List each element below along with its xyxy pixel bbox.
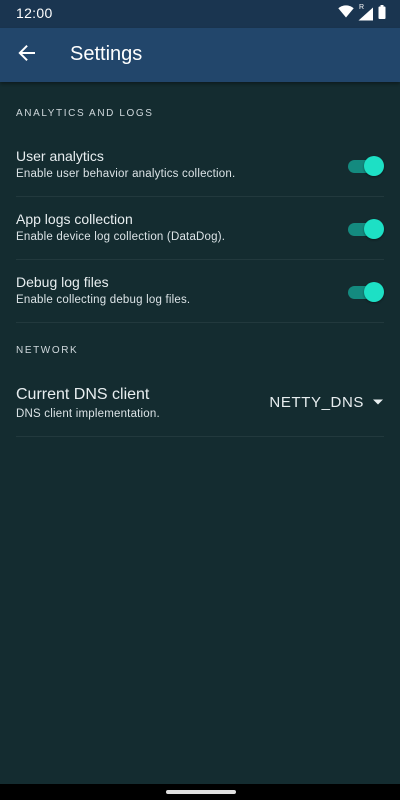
- dropdown-arrow-icon: [372, 393, 384, 411]
- app-bar: Settings: [0, 28, 400, 82]
- settings-screen: 12:00 R Settings ANALYTICS AND LOGS User…: [0, 0, 400, 800]
- setting-subtitle: Enable device log collection (DataDog).: [16, 231, 226, 243]
- setting-title: Debug log files: [16, 274, 109, 290]
- arrow-left-icon: [18, 44, 36, 67]
- user-analytics-toggle[interactable]: [348, 156, 384, 176]
- toggle-thumb: [364, 156, 384, 176]
- page-title: Settings: [70, 43, 143, 65]
- setting-title: Current DNS client: [16, 386, 150, 403]
- status-time: 12:00: [16, 5, 53, 21]
- settings-list: ANALYTICS AND LOGS User analytics Enable…: [0, 82, 400, 437]
- status-icons: R: [338, 4, 386, 24]
- section-header-analytics: ANALYTICS AND LOGS: [16, 108, 154, 119]
- setting-subtitle: Enable user behavior analytics collectio…: [16, 168, 236, 180]
- toggle-thumb: [364, 282, 384, 302]
- navigation-bar: [0, 784, 400, 800]
- back-button[interactable]: [12, 40, 42, 70]
- battery-icon: [378, 4, 386, 24]
- debug-log-toggle[interactable]: [348, 282, 384, 302]
- setting-dns-client[interactable]: Current DNS client DNS client implementa…: [16, 371, 384, 437]
- wifi-icon: [338, 5, 354, 23]
- toggle-thumb: [364, 219, 384, 239]
- dns-client-dropdown[interactable]: NETTY_DNS: [269, 389, 384, 415]
- setting-title: User analytics: [16, 148, 104, 164]
- roaming-label: R: [359, 4, 365, 11]
- setting-subtitle: DNS client implementation.: [16, 408, 160, 420]
- setting-user-analytics[interactable]: User analytics Enable user behavior anal…: [16, 134, 384, 197]
- setting-subtitle: Enable collecting debug log files.: [16, 294, 191, 306]
- setting-app-logs-collection[interactable]: App logs collection Enable device log co…: [16, 197, 384, 260]
- signal-icon: R: [358, 4, 374, 21]
- status-bar: 12:00 R: [0, 0, 400, 28]
- setting-debug-log-files[interactable]: Debug log files Enable collecting debug …: [16, 260, 384, 323]
- dns-client-value: NETTY_DNS: [269, 393, 364, 411]
- app-logs-toggle[interactable]: [348, 219, 384, 239]
- setting-title: App logs collection: [16, 211, 133, 227]
- section-header-network: NETWORK: [16, 345, 79, 356]
- home-indicator[interactable]: [166, 790, 236, 794]
